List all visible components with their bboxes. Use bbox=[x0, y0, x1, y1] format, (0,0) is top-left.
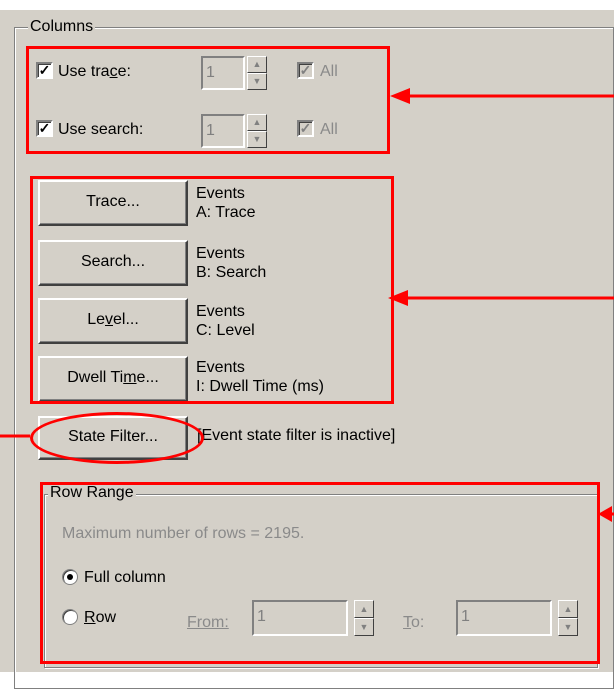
arrow-row-range-icon bbox=[598, 506, 614, 522]
annotation-arrows bbox=[0, 88, 614, 522]
arrow-use-options-icon bbox=[390, 88, 614, 104]
arrow-event-buttons-icon bbox=[388, 290, 614, 306]
